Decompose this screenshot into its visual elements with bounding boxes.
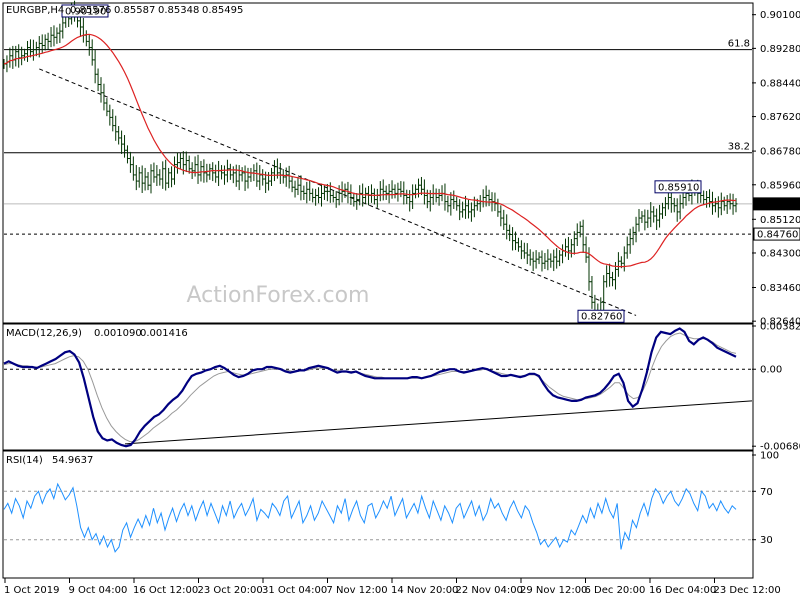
macd-signal-line: [3, 332, 737, 443]
price-y-tick-label: 0.87620: [760, 112, 800, 123]
price-panel-frame: [2, 2, 754, 324]
price-header-low: 0.85348: [158, 5, 199, 16]
macd-header-label: MACD(12,26,9): [6, 328, 82, 339]
x-tick-label: 16 Oct 12:00: [133, 585, 198, 596]
chart-area: ActionForex.com 61.8 38.2 0.90100 0.89280 0…: [2, 0, 800, 596]
rsi-header-label: RSI(14): [6, 455, 43, 466]
current-price-label: 0.85495: [757, 199, 798, 210]
price-header-open: 0.85576: [70, 5, 111, 16]
low-label: 0.82760: [581, 312, 622, 323]
level-label-1: 38.2: [728, 142, 750, 153]
price-y-tick-label: 0.89280: [760, 44, 800, 55]
x-tick-label: 23 Oct 20:00: [198, 585, 263, 596]
rsi-y-tick-label: 30: [760, 535, 773, 546]
swing-high-label: 0.85910: [658, 182, 699, 193]
rsi-header-value: 54.9637: [52, 455, 93, 466]
price-y-tick-label: 0.86780: [760, 147, 800, 158]
price-header-high: 0.85587: [114, 5, 155, 16]
moving-average-line: [3, 33, 736, 268]
rsi-line: [3, 482, 737, 553]
price-y-tick-label: 0.83460: [760, 283, 800, 294]
price-trendline: [39, 68, 637, 316]
price-y-tick-label: 0.85120: [760, 215, 800, 226]
price-header-close: 0.85495: [202, 5, 243, 16]
rsi-y-tick-label: 100: [760, 451, 779, 462]
level-label-0: 61.8: [728, 39, 750, 50]
price-y-tick-label: 0.90100: [760, 10, 800, 21]
x-tick-label: 23 Dec 12:00: [714, 585, 781, 596]
watermark-text: ActionForex.com: [187, 283, 370, 308]
price-header-symbol: EURGBP,H4: [6, 5, 64, 16]
x-tick-label: 14 Nov 20:00: [391, 585, 458, 596]
macd-header-value-2: 0.001416: [140, 328, 188, 339]
x-tick-label: 16 Dec 04:00: [649, 585, 716, 596]
price-y-tick-label: 0.88440: [760, 78, 800, 89]
x-tick-label: 22 Nov 04:00: [456, 585, 523, 596]
x-tick-label: 6 Dec 20:00: [585, 585, 646, 596]
macd-y-tick-label: 0.00: [760, 365, 782, 376]
x-tick-label: 29 Nov 12:00: [520, 585, 587, 596]
price-y-tick-label: 0.84300: [760, 248, 800, 259]
x-tick-label: 7 Nov 12:00: [327, 585, 388, 596]
rsi-y-tick-label: 70: [760, 487, 773, 498]
support-label: 0.84760: [757, 230, 798, 241]
price-y-tick-label: 0.85960: [760, 180, 800, 191]
macd-trendline: [124, 400, 753, 445]
x-tick-label: 31 Oct 04:00: [262, 585, 327, 596]
x-tick-label: 1 Oct 2019: [4, 585, 59, 596]
macd-header-value-1: 0.001090: [94, 328, 142, 339]
macd-y-tick-label: 0.00382: [760, 322, 800, 333]
x-tick-label: 9 Oct 04:00: [69, 585, 128, 596]
